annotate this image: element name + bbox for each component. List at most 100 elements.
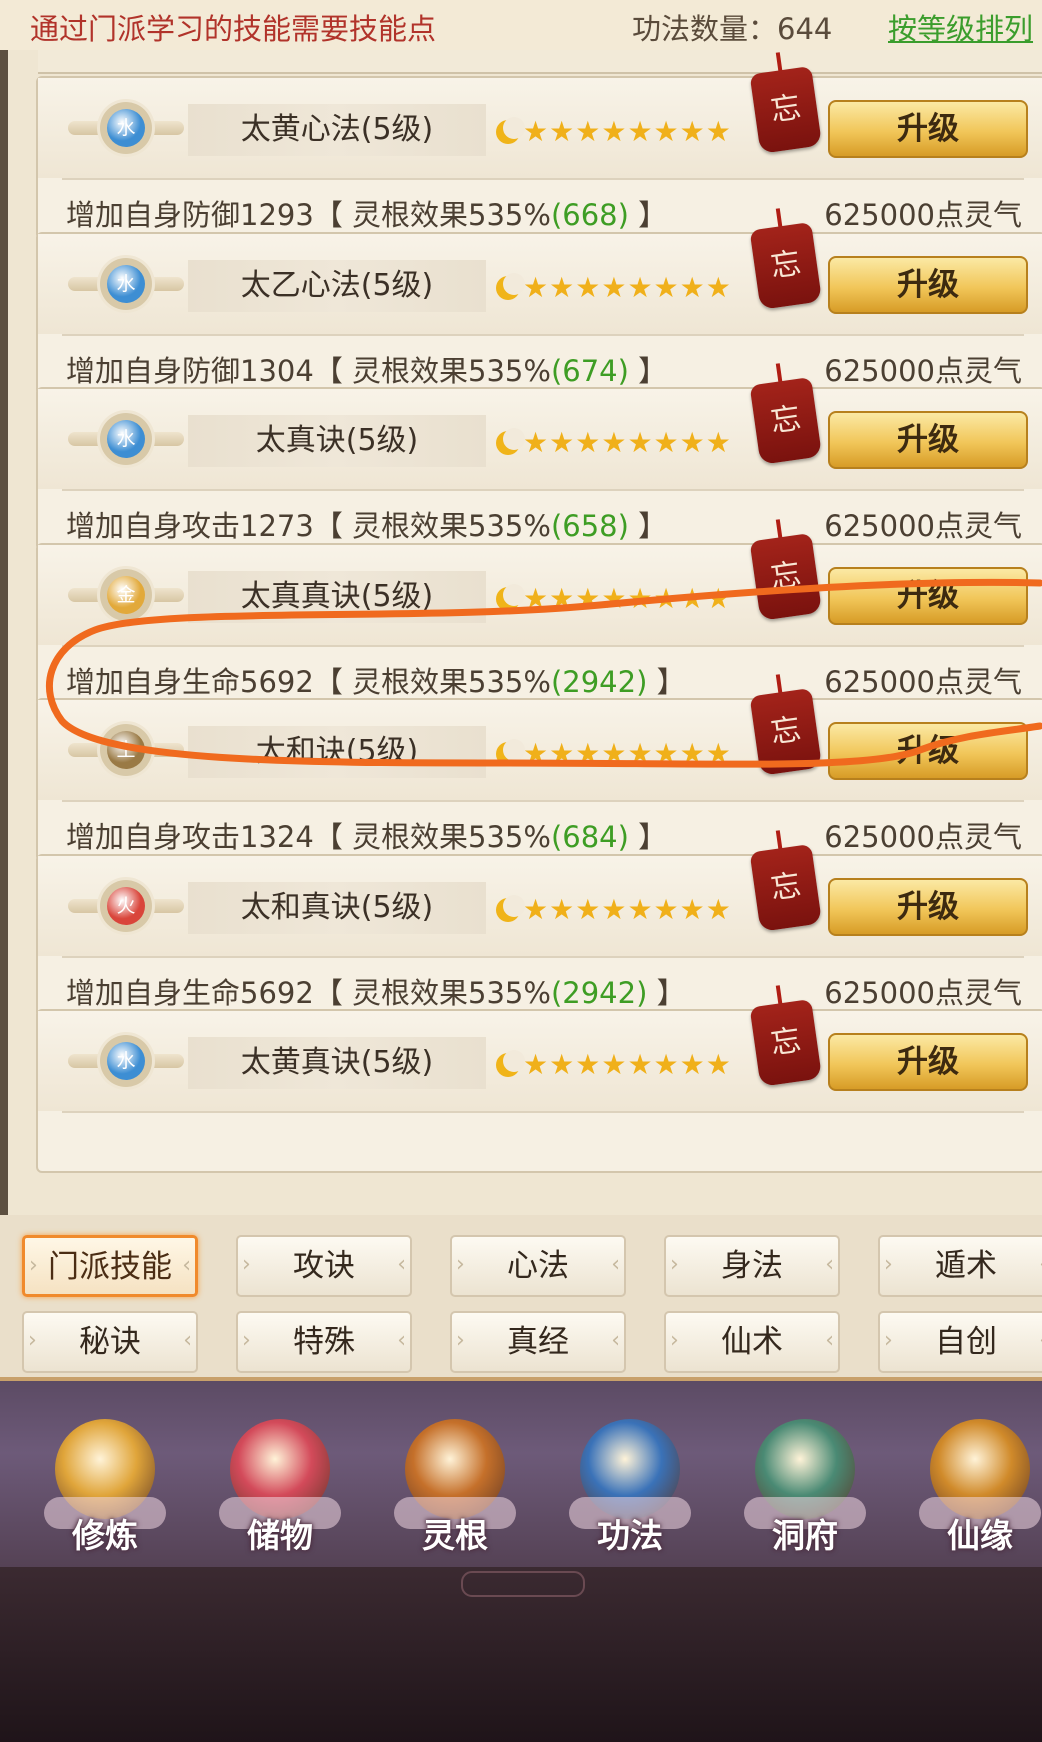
star-icon: ★ — [601, 426, 627, 459]
root-effect-text: 【 灵根效果535% — [313, 509, 551, 543]
upgrade-button[interactable]: 升级 — [828, 100, 1028, 158]
skill-point-hint: 通过门派学习的技能需要技能点 — [30, 12, 437, 46]
moon-icon — [496, 1050, 525, 1077]
upgrade-cost: 625000点灵气 — [824, 198, 1022, 232]
star-icon: ★ — [549, 1048, 575, 1081]
forget-tag[interactable]: 忘 — [743, 981, 827, 1094]
forget-tag[interactable]: 忘 — [743, 50, 827, 160]
star-icon: ★ — [653, 426, 679, 459]
upgrade-button[interactable]: 升级 — [828, 255, 1028, 314]
stat-text: 增加自身攻击1273 — [66, 509, 314, 543]
star-icon: ★ — [679, 270, 705, 304]
sort-by-level-link[interactable]: 按等级排列 — [888, 6, 1033, 48]
skill-card: 水太乙心法(5级) ★ ★ ★ ★ ★ ★ ★ ★ 忘升级 增加自身防御1304【 灵根效果535%… — [36, 207, 1042, 396]
moon-shadow — [503, 583, 525, 606]
star-icon: ★ — [679, 426, 705, 459]
skill-description: 增加自身防御1304【 灵根效果535%(674) 】 — [66, 348, 667, 390]
stat-text: 增加自身防御1293 — [66, 198, 314, 232]
element-emblem: 水 — [68, 256, 184, 312]
upgrade-cost: 625000点灵气 — [824, 509, 1022, 543]
chevron-left-icon: ‹ — [183, 1328, 192, 1353]
star-icon: ★ — [523, 115, 549, 148]
forget-tag[interactable]: 忘 — [743, 514, 827, 627]
bracket-close: 】 — [647, 975, 686, 1010]
nav-cultivate[interactable]: 修炼 — [30, 1397, 180, 1567]
nav-skill-book[interactable]: 功法 — [555, 1397, 705, 1567]
tab-row1-4[interactable]: ›遁术‹ — [878, 1235, 1042, 1297]
element-emblem: 水 — [68, 100, 184, 156]
root-effect-bonus: (658) — [550, 509, 629, 543]
root-effect-text: 【 灵根效果535% — [313, 975, 551, 1010]
star-icon: ★ — [549, 581, 575, 615]
skill-description: 增加自身生命5692【 灵根效果535%(2942) 】 — [66, 970, 686, 1012]
tab-row2-0[interactable]: › 秘诀 ‹ — [22, 1311, 198, 1373]
nav-label: 修炼 — [72, 1516, 138, 1555]
root-effect-text: 【 灵根效果535% — [313, 820, 551, 854]
upgrade-button[interactable]: 升级 — [828, 566, 1028, 625]
nav-label: 功法 — [597, 1516, 663, 1555]
star-icon: ★ — [601, 892, 627, 926]
bracket-close: 】 — [628, 353, 668, 388]
star-icon: ★ — [705, 737, 731, 770]
top-bar: 通过门派学习的技能需要技能点 功法数量：644 按等级排列 — [0, 0, 1042, 50]
nav-gourd[interactable]: 仙缘 — [905, 1397, 1042, 1567]
previous-card-edge — [38, 50, 1042, 74]
skill-description: 增加自身防御1293【 灵根效果535%(668) 】 — [66, 192, 667, 234]
skill-name: 太黄心法(5级) — [188, 104, 486, 156]
skill-list[interactable]: 水太黄心法(5级) ★ ★ ★ ★ ★ ★ ★ ★ 忘升级 增加自身防御1293【 灵根效果535%… — [0, 50, 1042, 1215]
star-icon: ★ — [627, 1048, 653, 1081]
element-emblem: 水 — [68, 1033, 184, 1089]
category-tabs: ›门派技能‹ ›攻诀‹ ›心法‹ ›身法‹ ›遁术‹ ›秘诀‹ ›特殊‹ ›真经‹ › 仙术 ‹ ›自… — [0, 1215, 1042, 1377]
tab-label: 仙术 — [721, 1324, 783, 1360]
nav-storage-bag[interactable]: 储物 — [205, 1397, 355, 1567]
element-emblem: 金 — [68, 567, 184, 623]
chevron-right-icon: › — [670, 1328, 679, 1353]
forget-tag-label: 忘 — [749, 688, 823, 776]
tab-row1-3[interactable]: › 身法 ‹ — [664, 1235, 840, 1297]
star-rating: ★ ★ ★ ★ ★ ★ ★ ★ — [496, 1045, 774, 1085]
element-icon: 水 — [107, 109, 145, 147]
star-rating: ★ ★ ★ ★ ★ ★ ★ ★ — [496, 734, 774, 774]
forget-tag-label: 忘 — [749, 377, 823, 465]
nav-spirit-root[interactable]: 灵根 — [380, 1397, 530, 1567]
tab-row2-2[interactable]: › 真经 ‹ — [450, 1311, 626, 1373]
footer-decoration — [0, 1567, 1042, 1742]
tab-row2-1[interactable]: › 特殊 ‹ — [236, 1311, 412, 1373]
tab-row1-2[interactable]: › 心法 ‹ — [450, 1235, 626, 1297]
forget-tag-label: 忘 — [749, 843, 823, 932]
chevron-right-icon: › — [242, 1328, 251, 1353]
upgrade-button[interactable]: 升级 — [828, 877, 1028, 936]
star-icon: ★ — [549, 115, 575, 148]
upgrade-button[interactable]: 升级 — [828, 722, 1028, 780]
tab-row1-0[interactable]: › 门派技能 ‹ — [22, 1235, 198, 1297]
star-icon: ★ — [705, 892, 731, 926]
forget-tag[interactable]: 忘 — [743, 359, 827, 472]
upgrade-button[interactable]: 升级 — [828, 411, 1028, 469]
nav-cave-dwelling[interactable]: 洞府 — [730, 1397, 880, 1567]
moon-shadow — [503, 428, 525, 450]
forget-tag[interactable]: 忘 — [743, 825, 827, 938]
star-icon: ★ — [627, 426, 653, 459]
tab-row2-4[interactable]: ›自创‹ — [878, 1311, 1042, 1373]
forget-tag[interactable]: 忘 — [743, 670, 827, 783]
tab-row2-3[interactable]: › 仙术 ‹ — [664, 1311, 840, 1373]
star-icon: ★ — [523, 270, 549, 304]
star-icon: ★ — [627, 270, 653, 304]
element-icon: 水 — [107, 264, 145, 303]
element-orb: 土 — [100, 724, 152, 776]
star-icon: ★ — [549, 270, 575, 304]
bracket-close: 】 — [628, 198, 668, 232]
chevron-right-icon: › — [670, 1252, 679, 1277]
ornament-icon — [461, 1571, 585, 1597]
moon-icon — [496, 117, 525, 144]
forget-tag[interactable]: 忘 — [743, 203, 827, 316]
star-icon: ★ — [705, 115, 731, 148]
element-icon: 金 — [107, 575, 145, 614]
star-icon: ★ — [653, 581, 679, 615]
upgrade-button[interactable]: 升级 — [828, 1033, 1028, 1091]
star-icon: ★ — [653, 115, 679, 148]
tab-row1-1[interactable]: › 攻诀 ‹ — [236, 1235, 412, 1297]
star-icon: ★ — [653, 270, 679, 304]
star-rating: ★ ★ ★ ★ ★ ★ ★ ★ — [496, 112, 774, 152]
star-icon: ★ — [627, 737, 653, 770]
